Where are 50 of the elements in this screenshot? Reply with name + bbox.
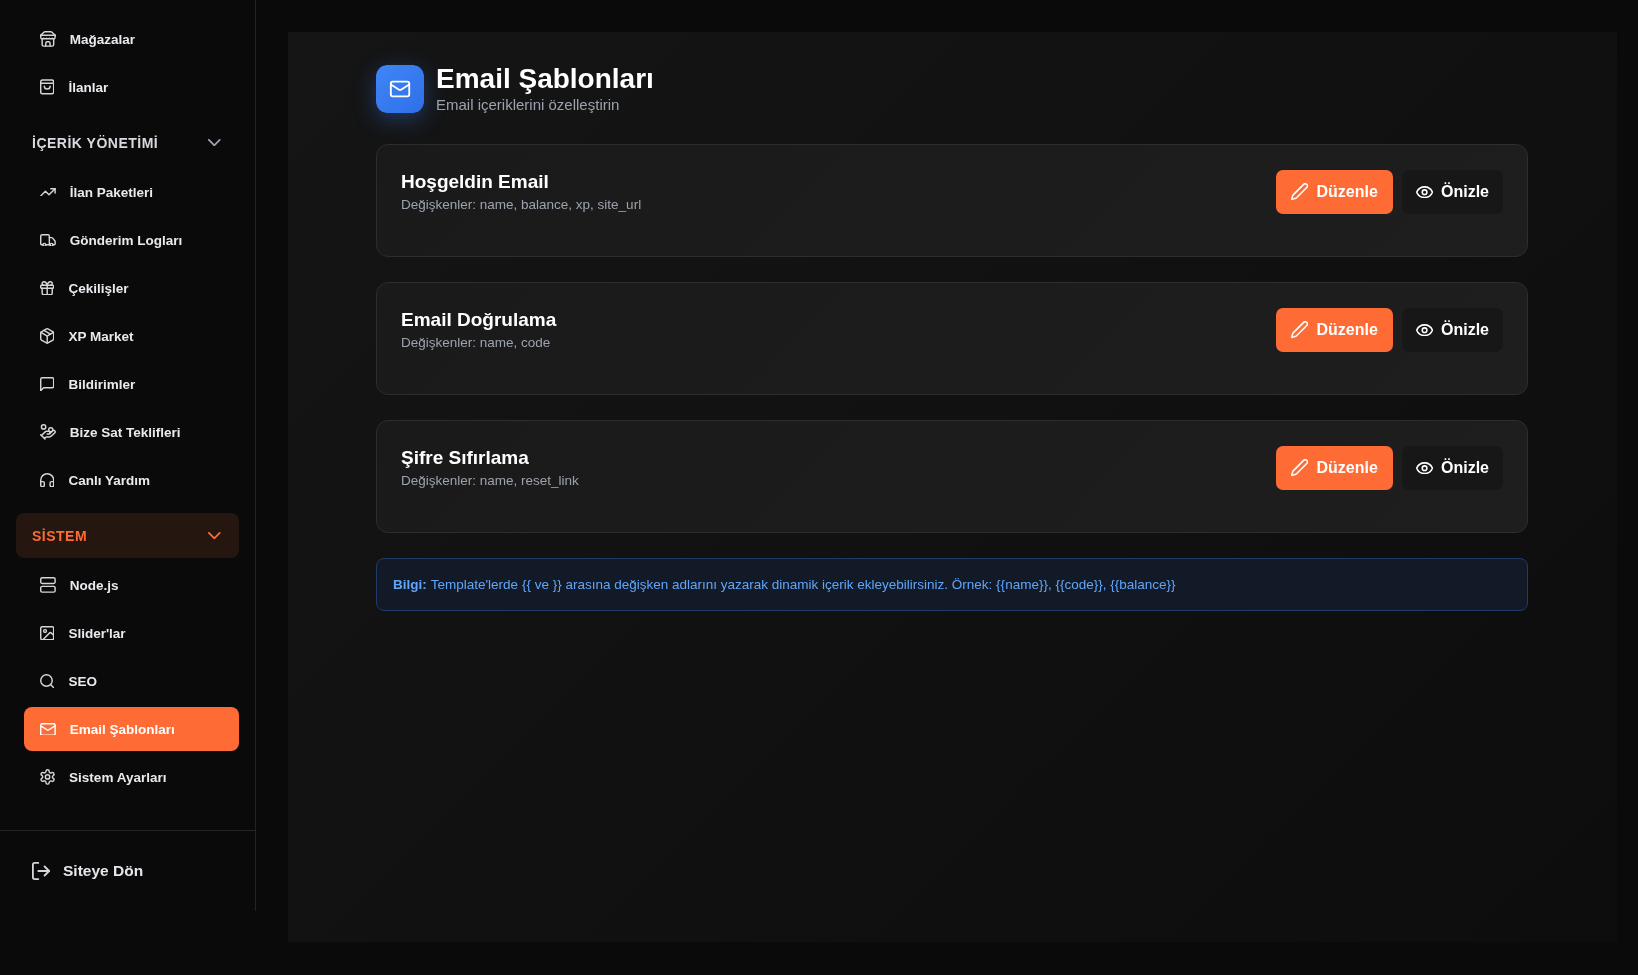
pencil-icon xyxy=(1291,183,1309,201)
page-title: Email Şablonları xyxy=(436,62,654,95)
sidebar-item[interactable]: Gönderim Logları xyxy=(24,218,239,262)
eye-icon xyxy=(1415,323,1433,337)
headphones-icon xyxy=(40,472,55,488)
box-icon xyxy=(40,328,55,344)
bag-icon xyxy=(40,79,55,95)
pencil-icon xyxy=(1291,459,1309,477)
gear-icon xyxy=(40,769,56,785)
search-icon xyxy=(40,673,55,689)
sidebar-item[interactable]: Node.js xyxy=(24,563,239,607)
sidebar-item[interactable]: İlan Paketleri xyxy=(24,170,239,214)
page-subtitle: Email içeriklerini özelleştirin xyxy=(436,95,621,115)
info-note: Bilgi: Template'lerde {{ ve }} arasına değişken adlarını yazarak dinamik içerik ekleyebilirsiniz. Örnek: {{name}}, {{code}}, {{balance}} xyxy=(376,558,1528,611)
sidebar-item[interactable]: XP Market xyxy=(24,314,239,358)
section-header[interactable]: İÇERİK YÖNETİMİ xyxy=(16,120,239,165)
gift-icon xyxy=(40,280,55,296)
mail-icon xyxy=(40,722,56,736)
sidebar-item[interactable]: Bildirimler xyxy=(24,362,239,406)
template-title: Email Doğrulama xyxy=(401,308,557,332)
sidebar-item[interactable]: Bize Sat Teklifleri xyxy=(24,410,239,454)
sidebar-item[interactable]: SEO xyxy=(24,659,239,703)
sidebar-item[interactable]: İlanlar xyxy=(24,65,239,109)
back-link[interactable]: Siteye Dön xyxy=(32,862,144,880)
image-icon xyxy=(40,625,55,641)
trending-up-icon xyxy=(40,187,56,197)
template-variables: Değişkenler: name, code xyxy=(401,334,552,352)
pencil-icon xyxy=(1291,321,1309,339)
preview-button[interactable]: Önizle xyxy=(1401,170,1503,214)
server-icon xyxy=(40,577,56,593)
sidebar-item[interactable]: Mağazalar xyxy=(24,17,239,61)
template-variables: Değişkenler: name, reset_link xyxy=(401,472,579,490)
section-header[interactable]: SİSTEM xyxy=(16,513,239,558)
template-title: Hoşgeldin Email xyxy=(401,170,550,194)
exit-icon xyxy=(32,862,50,880)
preview-button[interactable]: Önizle xyxy=(1401,446,1503,490)
sidebar-item[interactable]: Çekilişler xyxy=(24,266,239,310)
preview-button[interactable]: Önizle xyxy=(1401,308,1503,352)
truck-icon xyxy=(40,233,56,247)
template-title: Şifre Sıfırlama xyxy=(401,446,530,470)
eye-icon xyxy=(1415,185,1433,199)
sidebar-item[interactable]: Canlı Yardım xyxy=(24,458,239,502)
template-variables: Değişkenler: name, balance, xp, site_url xyxy=(401,196,642,214)
mail-icon xyxy=(376,64,424,113)
chat-bubble-icon xyxy=(40,376,55,392)
store-icon xyxy=(40,31,56,47)
sidebar-item[interactable]: Sistem Ayarları xyxy=(24,755,239,799)
eye-icon xyxy=(1415,461,1433,475)
sidebar-item[interactable]: Slider'lar xyxy=(24,611,239,655)
hand-coins-icon xyxy=(40,424,56,440)
